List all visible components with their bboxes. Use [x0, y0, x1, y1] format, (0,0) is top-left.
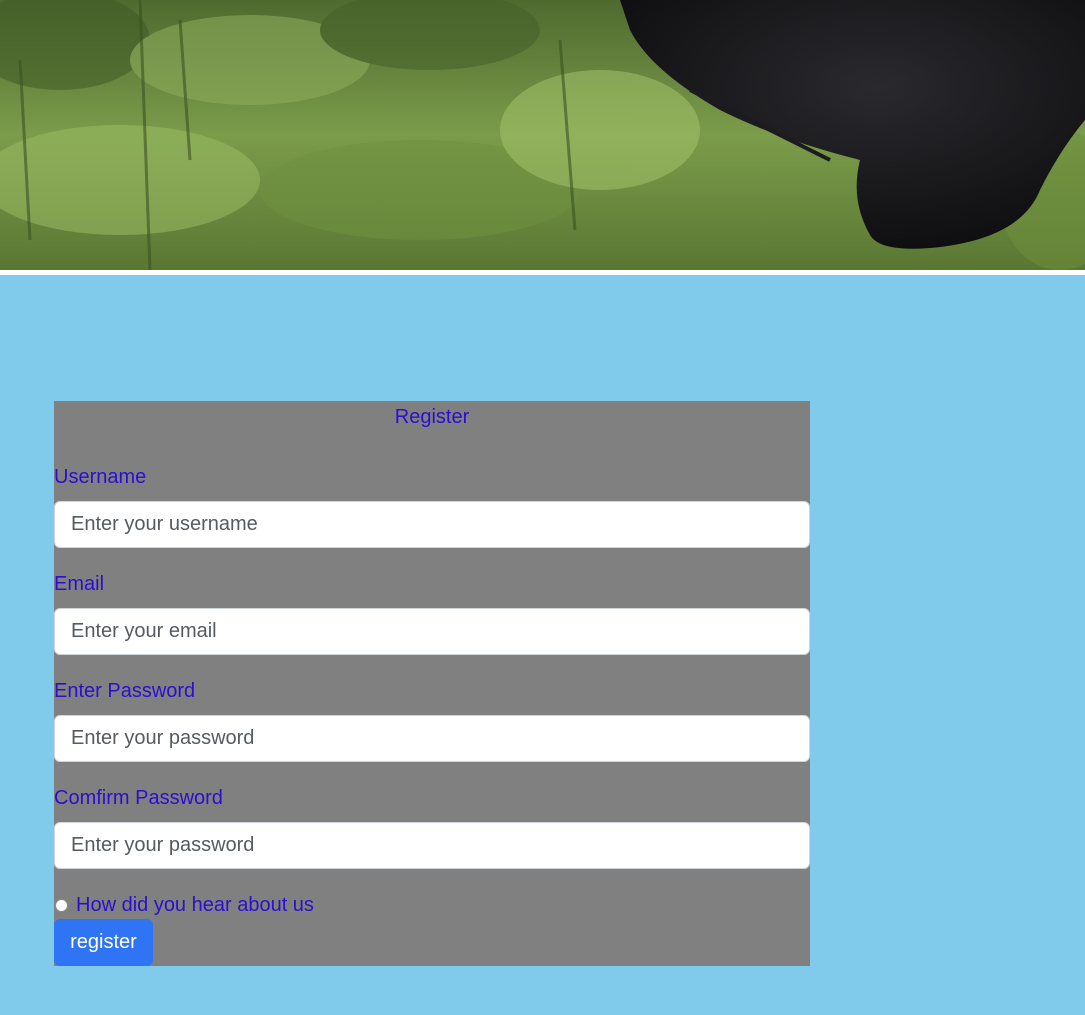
- email-label: Email: [54, 573, 105, 595]
- password-label: Enter Password: [54, 680, 196, 702]
- referral-radio-label[interactable]: How did you hear about us: [76, 893, 314, 917]
- register-button[interactable]: register: [54, 919, 153, 966]
- confirm-password-input[interactable]: [54, 822, 810, 869]
- gorilla-photo: [0, 0, 1085, 270]
- referral-radio[interactable]: [55, 898, 68, 912]
- confirm-password-label: Comfirm Password: [54, 787, 223, 809]
- username-input[interactable]: [54, 501, 810, 548]
- form-title: Register: [394, 406, 470, 428]
- email-input[interactable]: [54, 608, 810, 655]
- username-label: Username: [54, 466, 147, 488]
- password-input[interactable]: [54, 715, 810, 762]
- register-form: Register Username Email Enter Password C…: [54, 401, 810, 966]
- referral-radio-row: How did you hear about us: [54, 893, 314, 917]
- hero-image: [0, 0, 1085, 270]
